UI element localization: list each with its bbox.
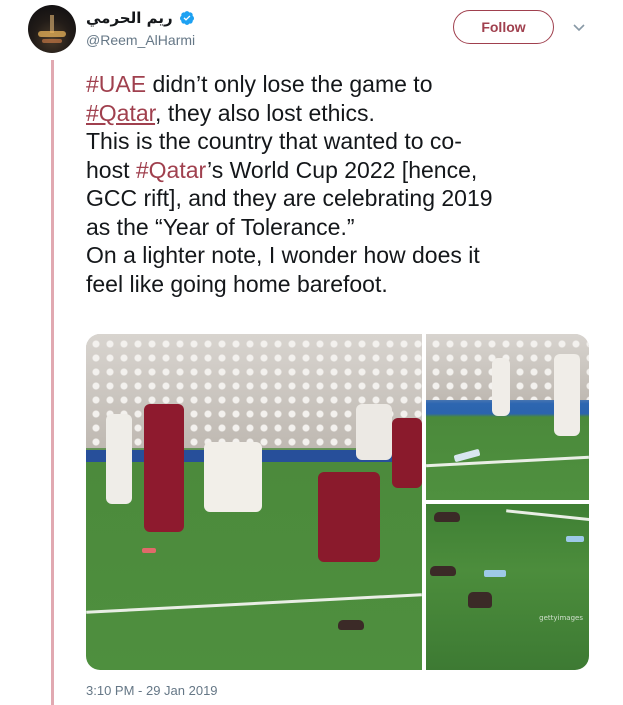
tweet-text-segment: On a lighter note, I wonder how does it bbox=[86, 242, 480, 268]
hashtag-link[interactable]: #Qatar bbox=[86, 100, 155, 126]
tweet-text-segment: didn’t only lose the game to bbox=[146, 71, 433, 97]
bottle-shape bbox=[566, 536, 584, 542]
hashtag-link[interactable]: #UAE bbox=[86, 71, 146, 97]
photo-players-pitch[interactable] bbox=[86, 334, 422, 670]
player-shape bbox=[318, 472, 380, 562]
getty-watermark: gettyimages bbox=[539, 614, 583, 622]
photo-shoes-on-grass[interactable]: gettyimages bbox=[426, 504, 589, 670]
tweet-line: host #Qatar’s World Cup 2022 [hence, bbox=[86, 156, 586, 185]
tweet-text-segment: , they also lost ethics. bbox=[155, 99, 375, 126]
player-shape bbox=[492, 358, 510, 416]
verified-badge-icon bbox=[179, 11, 194, 25]
avatar-light-shape bbox=[38, 31, 66, 37]
player-shape bbox=[392, 418, 422, 488]
photo-shoe-thrown[interactable] bbox=[426, 334, 589, 500]
tweet-line: This is the country that wanted to co- bbox=[86, 127, 586, 156]
tweet-line: #UAE didn’t only lose the game to bbox=[86, 70, 586, 99]
player-shape bbox=[144, 404, 184, 532]
tweet-text-segment: feel like going home barefoot. bbox=[86, 270, 388, 297]
tweet-text-segment: host bbox=[86, 156, 136, 183]
avatar[interactable] bbox=[28, 5, 76, 53]
author-name-row: ريم الحرمي bbox=[86, 9, 195, 27]
tweet-line: as the “Year of Tolerance.” bbox=[86, 213, 586, 242]
follow-button[interactable]: Follow bbox=[453, 10, 554, 44]
shoe-shape bbox=[338, 620, 364, 630]
tweet-line: #Qatar, they also lost ethics. bbox=[86, 99, 586, 128]
shoe-shape bbox=[430, 566, 456, 576]
player-shape bbox=[356, 404, 392, 460]
shoe-shape bbox=[468, 592, 492, 608]
tweet-line: feel like going home barefoot. bbox=[86, 270, 586, 299]
bottle-shape bbox=[484, 570, 506, 577]
hashtag-link[interactable]: #Qatar bbox=[136, 157, 207, 183]
author-display-name[interactable]: ريم الحرمي bbox=[86, 9, 173, 27]
player-shape bbox=[106, 414, 132, 504]
tweet-text-segment: GCC rift], and they are celebrating 2019 bbox=[86, 185, 493, 211]
pitch-line-shape bbox=[426, 455, 589, 468]
media-grid[interactable]: gettyimages bbox=[86, 334, 589, 670]
tweet-line: On a lighter note, I wonder how does it bbox=[86, 241, 586, 270]
player-shape bbox=[554, 354, 580, 436]
avatar-light-shape bbox=[42, 39, 62, 43]
bottle-shape bbox=[453, 448, 481, 463]
tweet-text: #UAE didn’t only lose the game to #Qatar,… bbox=[86, 70, 586, 298]
tweet-line: GCC rift], and they are celebrating 2019 bbox=[86, 184, 586, 213]
shoe-shape bbox=[434, 512, 460, 522]
player-shape bbox=[204, 442, 262, 512]
pitch-line-shape bbox=[86, 593, 422, 614]
tweet-text-segment: This is the country that wanted to co- bbox=[86, 128, 462, 154]
bottle-shape bbox=[142, 548, 156, 553]
tweet-timestamp[interactable]: 3:10 PM - 29 Jan 2019 bbox=[86, 683, 218, 698]
tweet-text-segment: as the “Year of Tolerance.” bbox=[86, 213, 355, 240]
pitch-line-shape bbox=[506, 509, 589, 522]
tweet-text-segment: ’s World Cup 2022 [hence, bbox=[207, 156, 478, 183]
author-handle[interactable]: @Reem_AlHarmi bbox=[86, 32, 195, 48]
chevron-down-icon[interactable] bbox=[572, 20, 586, 34]
thread-line bbox=[51, 60, 54, 705]
